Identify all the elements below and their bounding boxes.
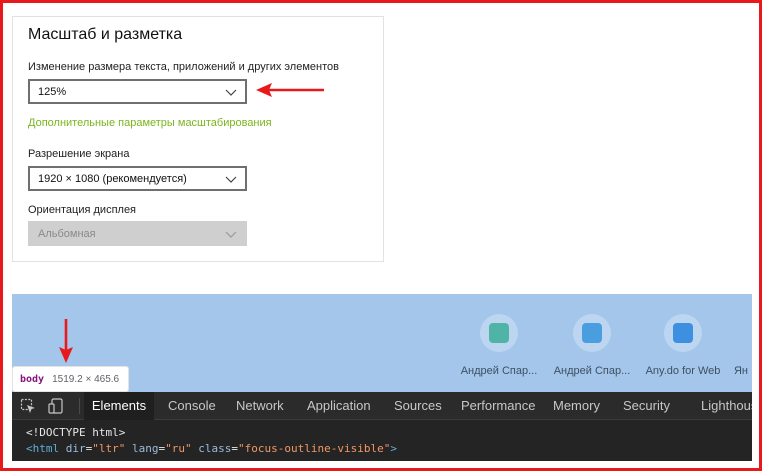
shortcut-icon-circle <box>480 314 518 352</box>
tooltip-tag: body <box>20 373 45 385</box>
orientation-dropdown[interactable]: Альбомная <box>28 221 247 246</box>
resolution-value: 1920 × 1080 (рекомендуется) <box>38 172 187 185</box>
shortcut-label: Андрей Спар... <box>460 365 538 377</box>
tooltip-dimensions: 1519.2 × 465.6 <box>52 373 120 385</box>
code-html-open-tag[interactable]: <html dir="ltr" lang="ru" class="focus-o… <box>26 442 397 455</box>
chat-icon <box>582 323 602 343</box>
tab-memory[interactable]: Memory <box>553 392 600 420</box>
resolution-dropdown[interactable]: 1920 × 1080 (рекомендуется) <box>28 166 247 191</box>
tab-lighthouse[interactable]: Lighthouse <box>701 392 752 420</box>
shortcut-icon-circle <box>573 314 611 352</box>
chevron-down-icon <box>225 89 237 96</box>
tab-console[interactable]: Console <box>168 392 216 420</box>
resolution-label: Разрешение экрана <box>28 148 130 160</box>
red-arrow-down-icon <box>59 319 73 363</box>
devtools-panel: Elements Console Network Application Sou… <box>12 392 752 461</box>
scale-value: 125% <box>38 85 67 98</box>
red-arrow-left-icon <box>256 83 324 97</box>
code-doctype: <!DOCTYPE html> <box>26 426 126 439</box>
shortcut-tile[interactable]: Андрей Спар... <box>542 314 642 377</box>
inspect-element-tooltip: body 1519.2 × 465.6 <box>12 366 129 392</box>
chevron-down-icon <box>225 231 237 238</box>
device-toolbar-icon[interactable] <box>48 398 64 414</box>
shortcut-label: Ян <box>733 365 748 377</box>
orientation-label: Ориентация дисплея <box>28 204 137 216</box>
tab-application[interactable]: Application <box>307 392 371 420</box>
tab-security[interactable]: Security <box>623 392 670 420</box>
tab-sources[interactable]: Sources <box>394 392 442 420</box>
shortcut-tile[interactable]: Ян <box>688 314 748 377</box>
scale-layout-panel: Масштаб и разметка Изменение размера тек… <box>12 16 384 262</box>
scale-label: Изменение размера текста, приложений и д… <box>28 61 339 73</box>
tab-performance[interactable]: Performance <box>461 392 535 420</box>
chevron-down-icon <box>225 176 237 183</box>
toolbar-divider <box>79 398 80 414</box>
shortcut-tile[interactable]: Андрей Спар... <box>449 314 549 377</box>
orientation-value: Альбомная <box>38 227 96 240</box>
inspect-element-icon[interactable] <box>20 398 36 414</box>
tab-network[interactable]: Network <box>236 392 284 420</box>
tab-elements[interactable]: Elements <box>84 392 154 420</box>
scale-dropdown[interactable]: 125% <box>28 79 247 104</box>
app-icon <box>489 323 509 343</box>
advanced-scaling-link[interactable]: Дополнительные параметры масштабирования <box>28 117 272 129</box>
devtools-tabbar: Elements Console Network Application Sou… <box>12 392 752 420</box>
panel-title: Масштаб и разметка <box>28 26 183 43</box>
shortcut-label: Андрей Спар... <box>553 365 631 377</box>
